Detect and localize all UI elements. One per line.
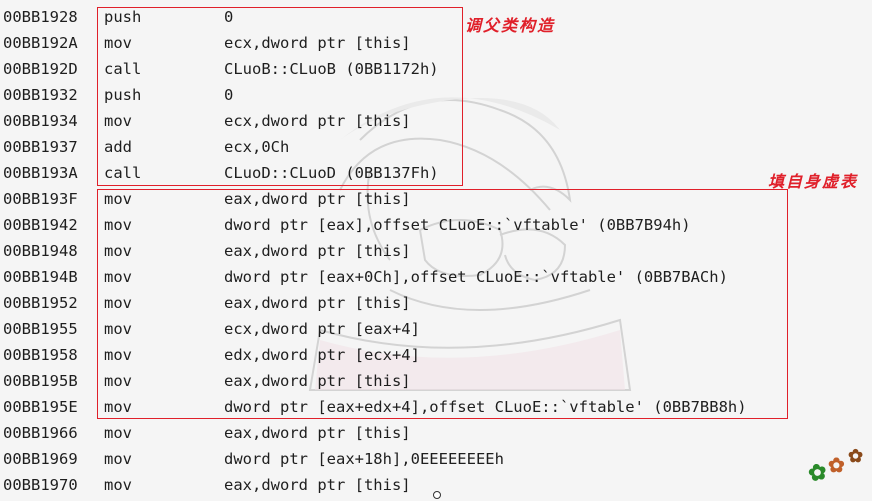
instruction-address: 00BB1937 bbox=[3, 138, 78, 156]
mouse-cursor bbox=[433, 491, 441, 499]
instruction-mnemonic: mov bbox=[104, 190, 132, 208]
annotation-call-parent-ctor: 调父类构造 bbox=[465, 16, 556, 35]
annotation-fill-vtable: 填自身虚表 bbox=[768, 172, 859, 191]
instruction-mnemonic: mov bbox=[104, 242, 132, 260]
instruction-operands: eax,dword ptr [this] bbox=[224, 294, 411, 312]
disassembly-row[interactable]: 00BB1937 add ecx,0Ch bbox=[0, 134, 872, 160]
instruction-operands: CLuoB::CLuoB (0BB1172h) bbox=[224, 60, 439, 78]
disassembly-row[interactable]: 00BB192D call CLuoB::CLuoB (0BB1172h) bbox=[0, 56, 872, 82]
corner-logo-icon: ✿ ✿ ✿ bbox=[806, 446, 863, 486]
instruction-mnemonic: mov bbox=[104, 320, 132, 338]
instruction-operands: eax,dword ptr [this] bbox=[224, 476, 411, 494]
disassembly-row[interactable]: 00BB1942 mov dword ptr [eax],offset CLuoE:… bbox=[0, 212, 872, 238]
disassembly-row[interactable]: 00BB193A call CLuoD::CLuoD (0BB137Fh) bbox=[0, 160, 872, 186]
instruction-operands: eax,dword ptr [this] bbox=[224, 424, 411, 442]
instruction-operands: ecx,dword ptr [eax+4] bbox=[224, 320, 420, 338]
instruction-mnemonic: add bbox=[104, 138, 132, 156]
instruction-operands: dword ptr [eax+18h],0EEEEEEEEh bbox=[224, 450, 504, 468]
instruction-operands: dword ptr [eax+0Ch],offset CLuoE::`vftab… bbox=[224, 268, 728, 286]
instruction-operands: dword ptr [eax],offset CLuoE::`vftable' … bbox=[224, 216, 691, 234]
instruction-operands: ecx,0Ch bbox=[224, 138, 290, 156]
svg-text:✿: ✿ bbox=[848, 446, 863, 467]
instruction-address: 00BB193F bbox=[3, 190, 78, 208]
instruction-address: 00BB1958 bbox=[3, 346, 78, 364]
instruction-operands: ecx,dword ptr [this] bbox=[224, 112, 411, 130]
instruction-address: 00BB1966 bbox=[3, 424, 78, 442]
instruction-mnemonic: mov bbox=[104, 424, 132, 442]
instruction-mnemonic: call bbox=[104, 164, 142, 182]
instruction-address: 00BB1934 bbox=[3, 112, 78, 130]
instruction-mnemonic: mov bbox=[104, 268, 132, 286]
instruction-operands: eax,dword ptr [this] bbox=[224, 372, 411, 390]
instruction-address: 00BB195B bbox=[3, 372, 78, 390]
instruction-address: 00BB193A bbox=[3, 164, 78, 182]
instruction-address: 00BB1932 bbox=[3, 86, 78, 104]
instruction-mnemonic: mov bbox=[104, 372, 132, 390]
disassembly-row[interactable]: 00BB1928 push 0 bbox=[0, 4, 872, 30]
disassembly-row[interactable]: 00BB1966 mov eax,dword ptr [this] bbox=[0, 420, 872, 446]
instruction-mnemonic: mov bbox=[104, 398, 132, 416]
disassembly-row[interactable]: 00BB195B mov eax,dword ptr [this] bbox=[0, 368, 872, 394]
instruction-mnemonic: mov bbox=[104, 476, 132, 494]
instruction-address: 00BB192D bbox=[3, 60, 78, 78]
svg-text:✿: ✿ bbox=[828, 453, 845, 477]
disassembly-listing: 00BB1928 push 0 00BB192A mov ecx,dword ptr [t… bbox=[0, 4, 872, 498]
instruction-operands: 0 bbox=[224, 8, 234, 26]
disassembly-row[interactable]: 00BB1952 mov eax,dword ptr [this] bbox=[0, 290, 872, 316]
instruction-mnemonic: mov bbox=[104, 34, 132, 52]
disassembly-row[interactable]: 00BB193F mov eax,dword ptr [this] bbox=[0, 186, 872, 212]
instruction-mnemonic: push bbox=[104, 86, 142, 104]
instruction-address: 00BB1969 bbox=[3, 450, 78, 468]
instruction-address: 00BB1928 bbox=[3, 8, 78, 26]
disassembly-row[interactable]: 00BB1948 mov eax,dword ptr [this] bbox=[0, 238, 872, 264]
disassembly-row[interactable]: 00BB1958 mov edx,dword ptr [ecx+4] bbox=[0, 342, 872, 368]
disassembly-row[interactable]: 00BB192A mov ecx,dword ptr [this] bbox=[0, 30, 872, 56]
instruction-mnemonic: mov bbox=[104, 112, 132, 130]
instruction-operands: 0 bbox=[224, 86, 234, 104]
disassembly-row[interactable]: 00BB1969 mov dword ptr [eax+18h],0EEEEEEEE… bbox=[0, 446, 872, 472]
disassembly-row[interactable]: 00BB1932 push 0 bbox=[0, 82, 872, 108]
instruction-address: 00BB1948 bbox=[3, 242, 78, 260]
instruction-address: 00BB194B bbox=[3, 268, 78, 286]
disassembly-row[interactable]: 00BB1955 mov ecx,dword ptr [eax+4] bbox=[0, 316, 872, 342]
instruction-operands: edx,dword ptr [ecx+4] bbox=[224, 346, 420, 364]
svg-text:✿: ✿ bbox=[806, 458, 829, 486]
instruction-operands: ecx,dword ptr [this] bbox=[224, 34, 411, 52]
disassembly-row[interactable]: 00BB1934 mov ecx,dword ptr [this] bbox=[0, 108, 872, 134]
disassembly-row[interactable]: 00BB194B mov dword ptr [eax+0Ch],offset CL… bbox=[0, 264, 872, 290]
disassembly-row[interactable]: 00BB195E mov dword ptr [eax+edx+4],offset … bbox=[0, 394, 872, 420]
instruction-mnemonic: mov bbox=[104, 450, 132, 468]
instruction-mnemonic: mov bbox=[104, 294, 132, 312]
instruction-mnemonic: push bbox=[104, 8, 142, 26]
instruction-operands: eax,dword ptr [this] bbox=[224, 242, 411, 260]
instruction-address: 00BB195E bbox=[3, 398, 78, 416]
instruction-address: 00BB1942 bbox=[3, 216, 78, 234]
instruction-mnemonic: mov bbox=[104, 346, 132, 364]
instruction-operands: dword ptr [eax+edx+4],offset CLuoE::`vft… bbox=[224, 398, 747, 416]
instruction-address: 00BB1970 bbox=[3, 476, 78, 494]
instruction-address: 00BB1952 bbox=[3, 294, 78, 312]
instruction-address: 00BB192A bbox=[3, 34, 78, 52]
instruction-operands: eax,dword ptr [this] bbox=[224, 190, 411, 208]
instruction-operands: CLuoD::CLuoD (0BB137Fh) bbox=[224, 164, 439, 182]
instruction-address: 00BB1955 bbox=[3, 320, 78, 338]
instruction-mnemonic: call bbox=[104, 60, 142, 78]
instruction-mnemonic: mov bbox=[104, 216, 132, 234]
